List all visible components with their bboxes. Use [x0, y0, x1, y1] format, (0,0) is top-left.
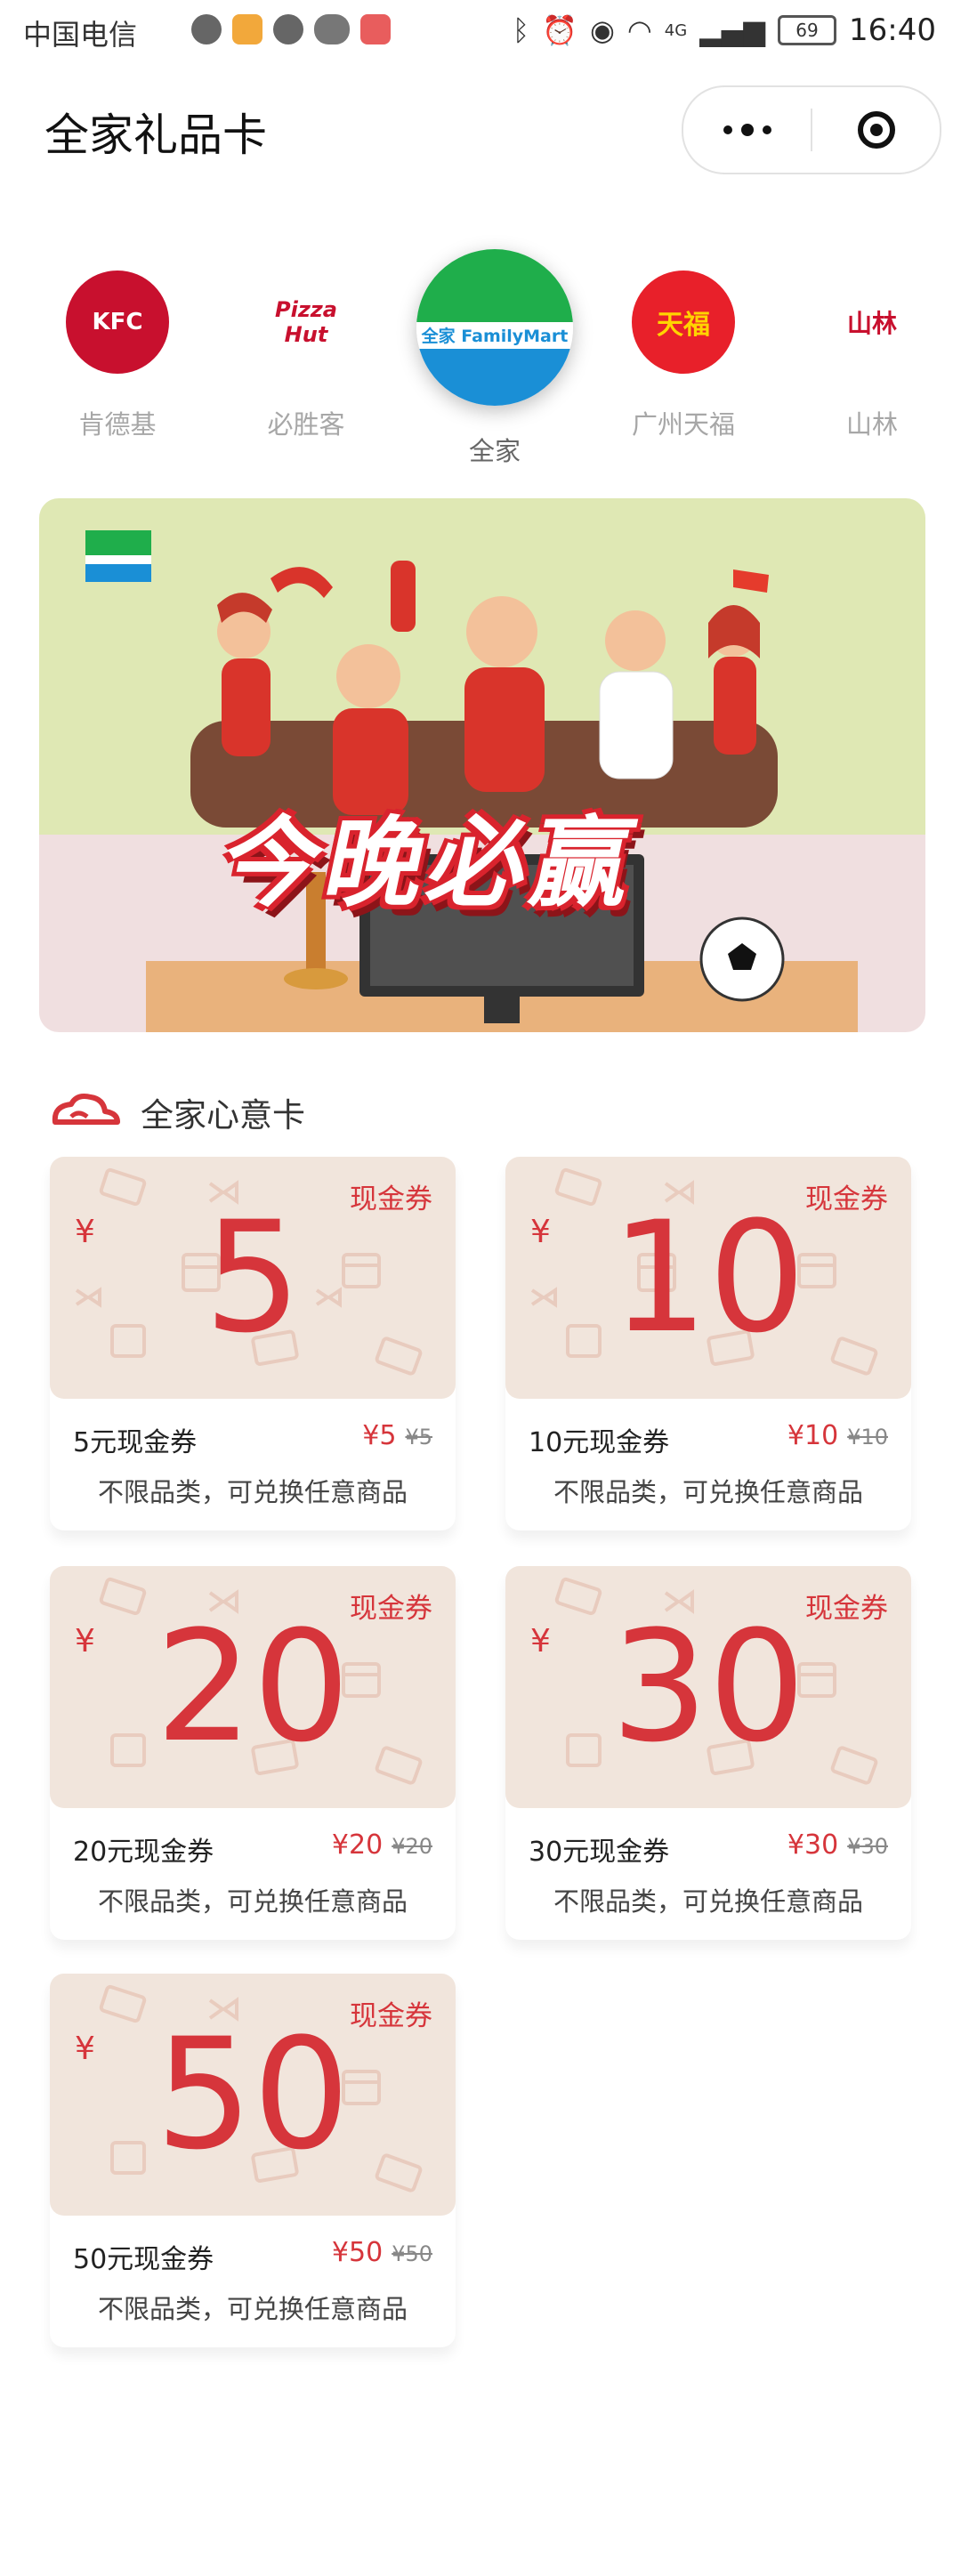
voucher-card[interactable]: 现金券 ¥ 50 50元现金券 ¥50 ¥50 不限品类，可兑换任意商品: [50, 1974, 456, 2347]
bluetooth-icon: ᛒ: [512, 13, 530, 47]
banner-illustration: [85, 530, 858, 1032]
cloud-notification-icon: [314, 14, 350, 44]
voucher-name: 20元现金券: [73, 1837, 214, 1868]
app-notification-icon: [191, 14, 222, 44]
voucher-price: ¥5 ¥5: [362, 1420, 432, 1451]
voucher-amount: 20: [155, 1597, 351, 1776]
signal-icon: ▂▄▆: [699, 13, 766, 47]
more-button[interactable]: [683, 87, 811, 173]
mail-notification-icon: [360, 14, 391, 44]
original-price: ¥10: [847, 1425, 888, 1450]
voucher-name: 30元现金券: [529, 1837, 670, 1868]
kfc-logo-icon: KFC: [66, 271, 169, 374]
original-price: ¥5: [405, 1425, 432, 1450]
shanlin-logo-icon: 山林: [820, 271, 924, 374]
voucher-amount: 30: [610, 1597, 806, 1776]
target-close-icon: [857, 111, 895, 149]
banner-slogan: 今晚必赢: [212, 806, 650, 920]
voucher-amount: 10: [610, 1188, 806, 1367]
voucher-description: 不限品类，可兑换任意商品: [97, 1886, 408, 1917]
familymart-logo-icon: 全家 FamilyMart: [416, 249, 573, 406]
eye-icon: ◉: [589, 13, 615, 47]
voucher-description: 不限品类，可兑换任意商品: [97, 1477, 408, 1507]
carrier-label: 中国电信: [23, 18, 138, 52]
sale-price: ¥10: [787, 1420, 839, 1451]
notification-icons: [191, 14, 391, 44]
sale-price: ¥20: [331, 1829, 384, 1861]
brand-carousel[interactable]: KFC 肯德基 Pizza Hut 必胜客 全家 FamilyMart 全家 天…: [0, 240, 961, 480]
alarm-icon: ⏰: [542, 13, 577, 47]
voucher-card[interactable]: 现金券 ¥ 10 10元现金券 ¥10 ¥10 不限品类，可兑换任意商品: [505, 1157, 911, 1530]
voucher-amount: 50: [155, 2005, 351, 2184]
promo-banner[interactable]: 今晚必赢: [39, 498, 925, 1032]
status-bar: 中国电信 ᛒ ⏰ ◉ ◠ 4G ▂▄▆ 69 16:40: [0, 0, 961, 64]
voucher-face: 现金券 ¥ 50: [50, 1974, 456, 2216]
brand-item-shanlin[interactable]: 山林 山林: [783, 271, 961, 441]
sale-price: ¥5: [362, 1420, 397, 1451]
page-header: 全家礼品卡: [0, 64, 961, 198]
voucher-face: 现金券 ¥ 30: [505, 1566, 911, 1808]
wifi-icon: ◠: [626, 13, 652, 47]
brand-name: 山林: [845, 409, 898, 440]
original-price: ¥20: [392, 1834, 432, 1859]
sale-price: ¥50: [331, 2237, 384, 2268]
tianfu-logo-icon: 天福: [632, 271, 735, 374]
brand-name: 全家: [468, 436, 521, 466]
brand-name: 必胜客: [267, 409, 345, 440]
brand-item-kfc[interactable]: KFC 肯德基: [28, 271, 206, 441]
original-price: ¥30: [847, 1834, 888, 1859]
voucher-face: 现金券 ¥ 20: [50, 1566, 456, 1808]
brand-item-familymart[interactable]: 全家 FamilyMart 全家: [406, 249, 584, 468]
brand-name: 广州天福: [631, 409, 735, 440]
svg-text:全家 FamilyMart: 全家 FamilyMart: [421, 326, 569, 346]
voucher-price: ¥30 ¥30: [787, 1829, 888, 1861]
voucher-amount: 5: [204, 1188, 302, 1367]
pizza-hut-logo-icon: Pizza Hut: [254, 271, 358, 374]
voucher-card[interactable]: 现金券 ¥ 20 20元现金券 ¥20 ¥20 不限品类，可兑换任意商品: [50, 1566, 456, 1940]
voucher-description: 不限品类，可兑换任意商品: [553, 1886, 863, 1917]
voucher-description: 不限品类，可兑换任意商品: [553, 1477, 863, 1507]
brand-item-tianfu[interactable]: 天福 广州天福: [594, 271, 772, 441]
brand-item-pizza-hut[interactable]: Pizza Hut 必胜客: [217, 271, 395, 441]
voucher-description: 不限品类，可兑换任意商品: [97, 2294, 408, 2324]
voucher-price: ¥20 ¥20: [332, 1829, 432, 1861]
close-button[interactable]: [812, 87, 940, 173]
clock: 16:40: [849, 12, 936, 48]
section-header: 全家心意卡: [50, 1086, 305, 1139]
voucher-face: 现金券 ¥ 10: [505, 1157, 911, 1399]
voucher-card[interactable]: 现金券 ¥ 30 30元现金券 ¥30 ¥30 不限品类，可兑换任意商品: [505, 1566, 911, 1940]
voucher-face: 现金券 ¥ 5: [50, 1157, 456, 1399]
page-title: 全家礼品卡: [44, 109, 267, 161]
voucher-name: 50元现金券: [73, 2244, 214, 2275]
sale-price: ¥30: [787, 1829, 839, 1861]
voucher-card[interactable]: 现金券 ¥ 5 5元现金券 ¥5 ¥5 不限品类，可兑换任意商品: [50, 1157, 456, 1530]
brand-name: 肯德基: [78, 409, 157, 440]
voucher-name: 5元现金券: [73, 1427, 198, 1458]
original-price: ¥50: [392, 2241, 432, 2266]
video-notification-icon: [232, 14, 262, 44]
mini-program-capsule: [682, 85, 941, 174]
message-notification-icon: [273, 14, 303, 44]
cloud-icon: [52, 1094, 120, 1125]
battery-icon: 69: [778, 15, 837, 45]
network-label: 4G: [664, 20, 688, 40]
voucher-price: ¥10 ¥10: [787, 1420, 888, 1451]
voucher-price: ¥50 ¥50: [332, 2237, 432, 2268]
section-title: 全家心意卡: [141, 1096, 305, 1135]
voucher-name: 10元现金券: [529, 1427, 670, 1458]
